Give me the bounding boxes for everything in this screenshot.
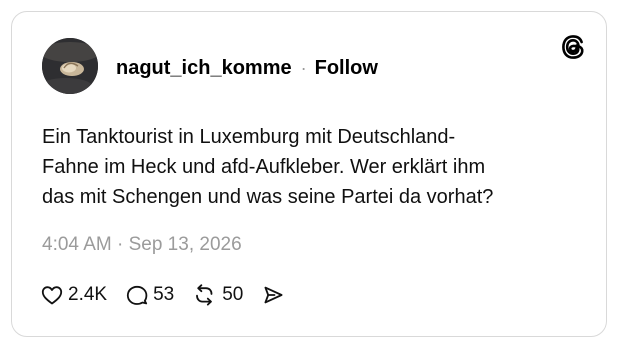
avatar-photo: [42, 38, 98, 94]
post-text-line: Fahne im Heck und afd-Aufkleber. Wer erk…: [42, 156, 486, 178]
send-arrow-icon: [264, 286, 283, 304]
share-button[interactable]: [261, 283, 289, 307]
post-text-line: Ein Tanktourist in Luxemburg mit Deutsch…: [42, 126, 456, 148]
repost-count: 50: [222, 284, 244, 305]
separator-dot: ·: [300, 58, 307, 78]
reply-button[interactable]: 53: [125, 283, 174, 307]
like-count: 2.4K: [68, 284, 108, 305]
follow-button[interactable]: Follow: [315, 56, 378, 80]
heart-icon: [41, 286, 63, 305]
post-text: Ein Tanktourist in Luxemburg mit Deutsch…: [42, 122, 582, 212]
action-bar: 2.4K 53 50: [40, 283, 307, 307]
repost-arrows-icon: [196, 284, 213, 306]
repost-button[interactable]: 50: [192, 283, 243, 307]
username[interactable]: nagut_ich_komme: [116, 56, 292, 80]
threads-post-card: nagut_ich_komme · Follow Ein Tanktourist…: [11, 11, 607, 337]
post-text-line: das mit Schengen und was seine Partei da…: [42, 186, 494, 208]
post-timestamp[interactable]: 4:04 AM · Sep 13, 2026: [42, 233, 242, 257]
threads-logo-icon[interactable]: [558, 32, 588, 62]
speech-bubble-icon: [126, 285, 148, 305]
like-button[interactable]: 2.4K: [40, 283, 107, 307]
reply-count: 53: [153, 284, 175, 305]
post-header: nagut_ich_komme · Follow: [116, 56, 378, 80]
avatar[interactable]: [42, 38, 98, 94]
